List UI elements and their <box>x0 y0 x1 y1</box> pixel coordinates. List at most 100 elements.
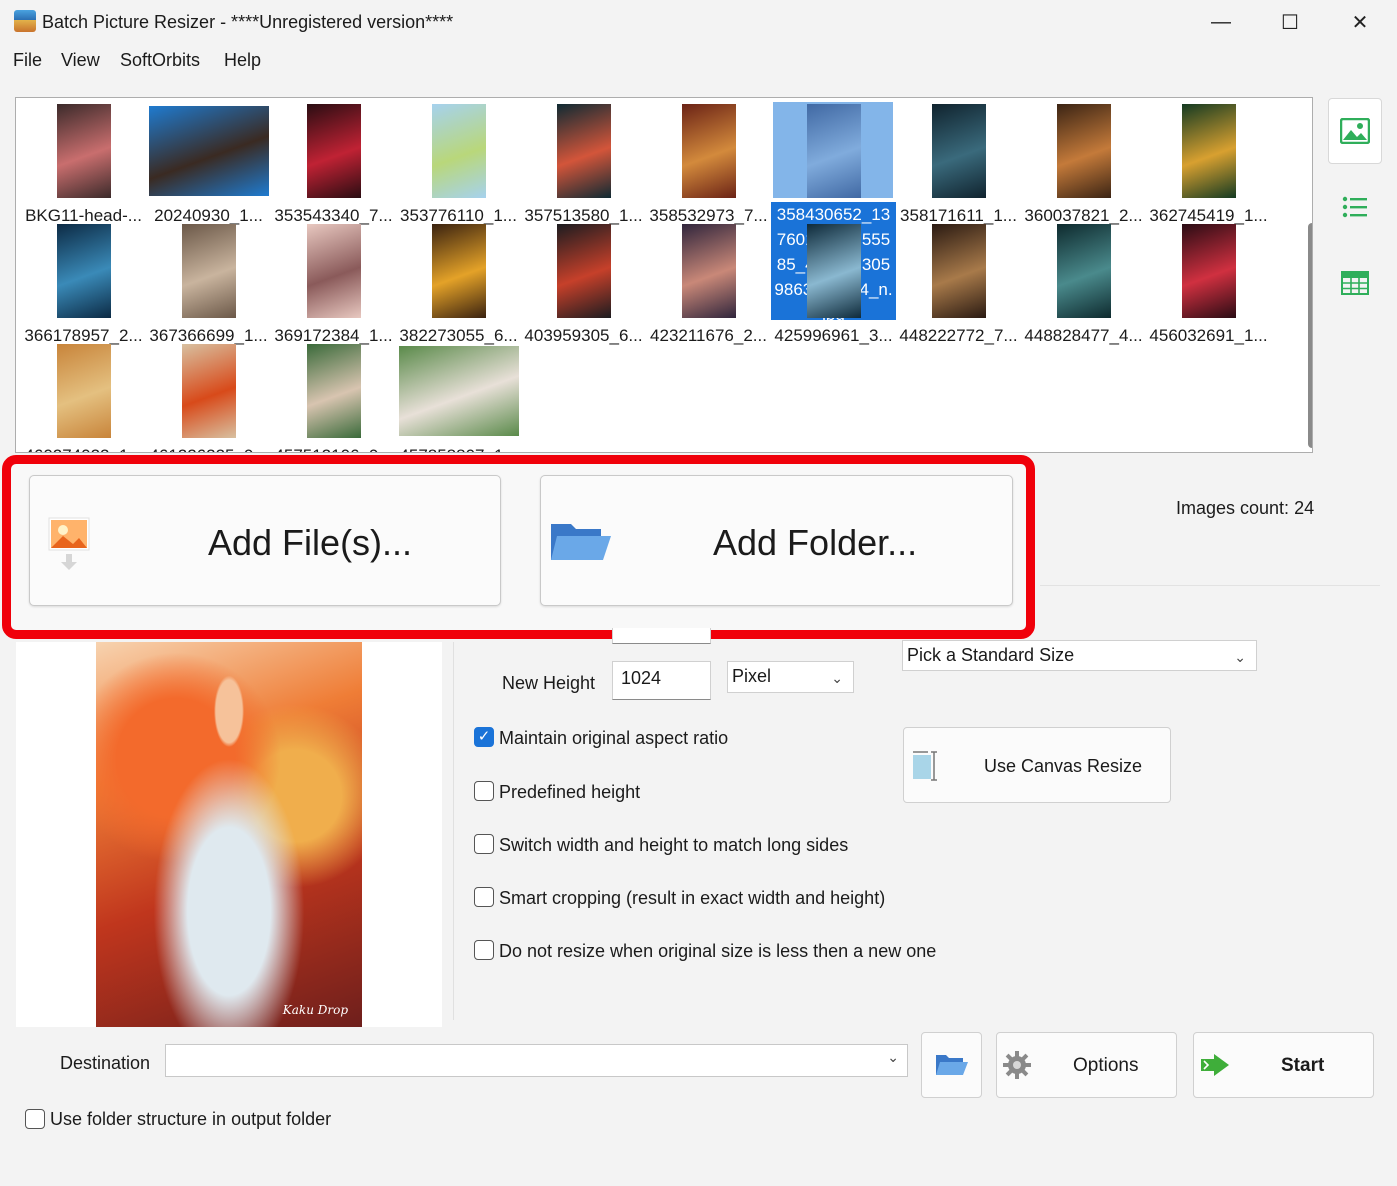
add-files-button[interactable]: Add File(s)... <box>29 475 501 606</box>
thumbnail-item[interactable]: 456032691_1... <box>1146 220 1271 345</box>
use-folder-structure-label: Use folder structure in output folder <box>50 1109 332 1129</box>
start-label: Start <box>1281 1055 1325 1076</box>
app-icon <box>14 10 36 32</box>
list-view-icon <box>1342 196 1367 218</box>
thumbnail-item[interactable]: 461226225_9... <box>146 340 271 452</box>
close-button[interactable]: ✕ <box>1325 0 1395 44</box>
switch-sides-checkbox[interactable] <box>474 834 494 854</box>
predefined-height-checkbox[interactable] <box>474 781 494 801</box>
thumbnail-item[interactable]: 367366699_1... <box>146 220 271 345</box>
thumbnail-item[interactable]: 353543340_7... <box>271 100 396 225</box>
unit-select[interactable]: Pixel ⌄ <box>727 661 854 693</box>
thumbnail-image <box>556 104 611 198</box>
thumbnail-image <box>1181 104 1236 198</box>
thumbnail-item[interactable]: 448222772_7... <box>896 220 1021 345</box>
thumbnail-image <box>1181 224 1236 318</box>
smart-crop-label: Smart cropping (result in exact width an… <box>499 888 886 908</box>
window-title: Batch Picture Resizer - ****Unregistered… <box>42 12 454 32</box>
browse-folder-button[interactable] <box>921 1032 982 1098</box>
thumbnail-item[interactable]: 362745419_1... <box>1146 100 1271 225</box>
menu-softorbits[interactable]: SoftOrbits <box>120 50 200 71</box>
thumbnail-image <box>431 104 486 198</box>
thumbnail-item[interactable]: 369172384_1... <box>271 220 396 345</box>
thumbnail-caption: 457858807_1... <box>396 446 521 452</box>
thumbnail-caption: 457512106_9... <box>271 446 396 452</box>
list-view-button[interactable] <box>1328 182 1382 232</box>
thumbnail-caption: 461226225_9... <box>146 446 271 452</box>
new-width-field-edge <box>612 628 711 644</box>
destination-input[interactable]: ⌄ <box>165 1044 908 1077</box>
standard-size-select[interactable]: Pick a Standard Size ⌄ <box>902 640 1257 671</box>
title-bar: Batch Picture Resizer - ****Unregistered… <box>0 0 1397 44</box>
thumbnail-image <box>806 224 861 318</box>
thumbnail-image <box>931 224 986 318</box>
destination-label: Destination <box>60 1053 151 1073</box>
options-button[interactable]: Options <box>996 1032 1177 1098</box>
thumbnail-image <box>1056 104 1111 198</box>
menu-file[interactable]: File <box>13 50 42 71</box>
add-files-label: Add File(s)... <box>208 522 413 563</box>
preview-signature: Kaku Drop <box>282 1003 348 1017</box>
thumbnail-item[interactable]: 20240930_1... <box>146 100 271 225</box>
table-view-button[interactable] <box>1328 258 1382 308</box>
thumbnail-image <box>431 224 486 318</box>
images-count-label: Images count: 24 <box>1176 498 1315 518</box>
thumbnail-image <box>148 106 269 196</box>
predefined-height-label: Predefined height <box>499 782 641 802</box>
thumbnail-image <box>931 104 986 198</box>
thumbnail-item[interactable]: 353776110_1... <box>396 100 521 225</box>
menu-bar: File View SoftOrbits Help <box>0 46 1397 76</box>
image-thumbnail-list[interactable]: BKG11-head-... 20240930_1... 353543340_7..… <box>15 97 1313 453</box>
canvas-resize-button[interactable]: Use Canvas Resize <box>903 727 1171 803</box>
preview-image: Kaku Drop <box>96 642 362 1027</box>
thumbnail-item[interactable]: 358171611_1... <box>896 100 1021 225</box>
thumbnail-image <box>398 346 519 436</box>
use-folder-structure-checkbox[interactable] <box>25 1109 45 1129</box>
thumbnail-item[interactable]: 460274022_1... <box>21 340 146 452</box>
new-height-input[interactable]: 1024 <box>612 661 711 700</box>
smart-crop-checkbox[interactable] <box>474 887 494 907</box>
no-upscale-checkbox[interactable] <box>474 940 494 960</box>
thumbnails-view-button[interactable] <box>1328 98 1382 164</box>
switch-sides-label: Switch width and height to match long si… <box>499 835 849 855</box>
thumbnail-item[interactable]: 358532973_7... <box>646 100 771 225</box>
thumbnail-caption: 460274022_1... <box>21 446 146 452</box>
minimize-button[interactable]: — <box>1186 0 1256 44</box>
add-folder-button[interactable]: Add Folder... <box>540 475 1013 606</box>
thumbnail-image <box>181 344 236 438</box>
unit-select-value: Pixel <box>732 666 772 686</box>
add-image-icon <box>48 517 90 570</box>
thumbnail-item[interactable]: 448828477_4... <box>1021 220 1146 345</box>
thumbnail-item[interactable]: 358430652_13760126829555 85_489719305986… <box>771 100 896 320</box>
menu-view[interactable]: View <box>61 50 100 71</box>
thumbnail-item[interactable]: 360037821_2... <box>1021 100 1146 225</box>
add-folder-label: Add Folder... <box>713 522 918 563</box>
thumbnail-item[interactable]: 403959305_6... <box>521 220 646 345</box>
thumbnail-image <box>556 224 611 318</box>
thumbnail-item[interactable]: 382273055_6... <box>396 220 521 345</box>
thumbnail-item[interactable]: 357513580_1... <box>521 100 646 225</box>
maximize-button[interactable]: ☐ <box>1255 0 1325 44</box>
thumbnail-item[interactable]: 425996961_3... <box>771 220 896 345</box>
thumbnail-image <box>681 224 736 318</box>
thumbnail-image <box>681 104 736 198</box>
start-arrow-icon <box>1201 1054 1229 1076</box>
start-button[interactable]: Start <box>1193 1032 1374 1098</box>
thumbnail-image <box>56 344 111 438</box>
no-upscale-label: Do not resize when original size is less… <box>499 941 937 961</box>
thumbnail-item[interactable]: 423211676_2... <box>646 220 771 345</box>
menu-help[interactable]: Help <box>224 50 261 71</box>
thumbnail-caption: 423211676_2... <box>650 326 767 345</box>
thumbnail-item[interactable]: BKG11-head-... <box>21 100 146 225</box>
thumbnail-item[interactable]: 457512106_9... <box>271 340 396 452</box>
thumbnail-item[interactable]: 457858807_1... <box>396 340 521 452</box>
table-view-icon <box>1341 271 1369 295</box>
thumbnail-scrollbar[interactable] <box>1308 223 1312 448</box>
thumbnail-item[interactable]: 366178957_2... <box>21 220 146 345</box>
thumbnail-image <box>306 224 361 318</box>
thumbnails-view-icon <box>1340 118 1370 144</box>
maintain-aspect-checkbox[interactable]: ✓ <box>474 727 494 747</box>
gear-icon <box>1003 1051 1031 1079</box>
thumbnail-image <box>1056 224 1111 318</box>
thumbnail-image <box>306 104 361 198</box>
